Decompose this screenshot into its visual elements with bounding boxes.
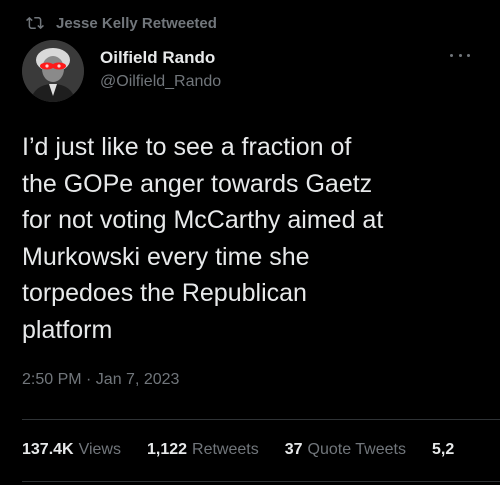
views-stat: 137.4K Views	[22, 441, 121, 459]
quote-tweets-stat[interactable]: 37 Quote Tweets	[285, 441, 406, 459]
display-name[interactable]: Oilfield Rando	[100, 47, 221, 69]
likes-count: 5,2	[431, 441, 455, 458]
views-label: Views	[78, 441, 121, 458]
retweets-stat[interactable]: 1,122 Retweets	[147, 441, 259, 459]
retweet-icon	[26, 14, 44, 32]
avatar[interactable]	[22, 40, 84, 102]
quotes-label: Quote Tweets	[307, 441, 406, 458]
social-context[interactable]: Jesse Kelly Retweeted	[26, 12, 217, 34]
tweet-stats: 137.4K Views 1,122 Retweets 37 Quote Tweets…	[22, 441, 485, 459]
user-handle[interactable]: @Oilfield_Rando	[100, 71, 221, 93]
more-dot	[450, 53, 453, 57]
more-dot	[458, 53, 462, 57]
tweet-timestamp[interactable]: 2:50 PM · Jan 7, 2023	[22, 371, 179, 389]
tweet-text: I’d just like to see a fraction of the G…	[22, 133, 384, 344]
tweet-author[interactable]: Oilfield Rando @Oilfield_Rando	[100, 47, 221, 93]
retweets-label: Retweets	[192, 441, 259, 458]
retweet-label: Jesse Kelly Retweeted	[56, 14, 217, 32]
likes-stat[interactable]: 5,2	[432, 441, 459, 459]
divider	[22, 419, 500, 420]
divider	[22, 481, 500, 482]
retweets-count: 1,122	[146, 441, 188, 458]
views-count: 137.4K	[22, 441, 74, 458]
quotes-count: 37	[284, 441, 303, 458]
more-dot	[467, 53, 470, 57]
more-icon[interactable]	[450, 50, 470, 60]
